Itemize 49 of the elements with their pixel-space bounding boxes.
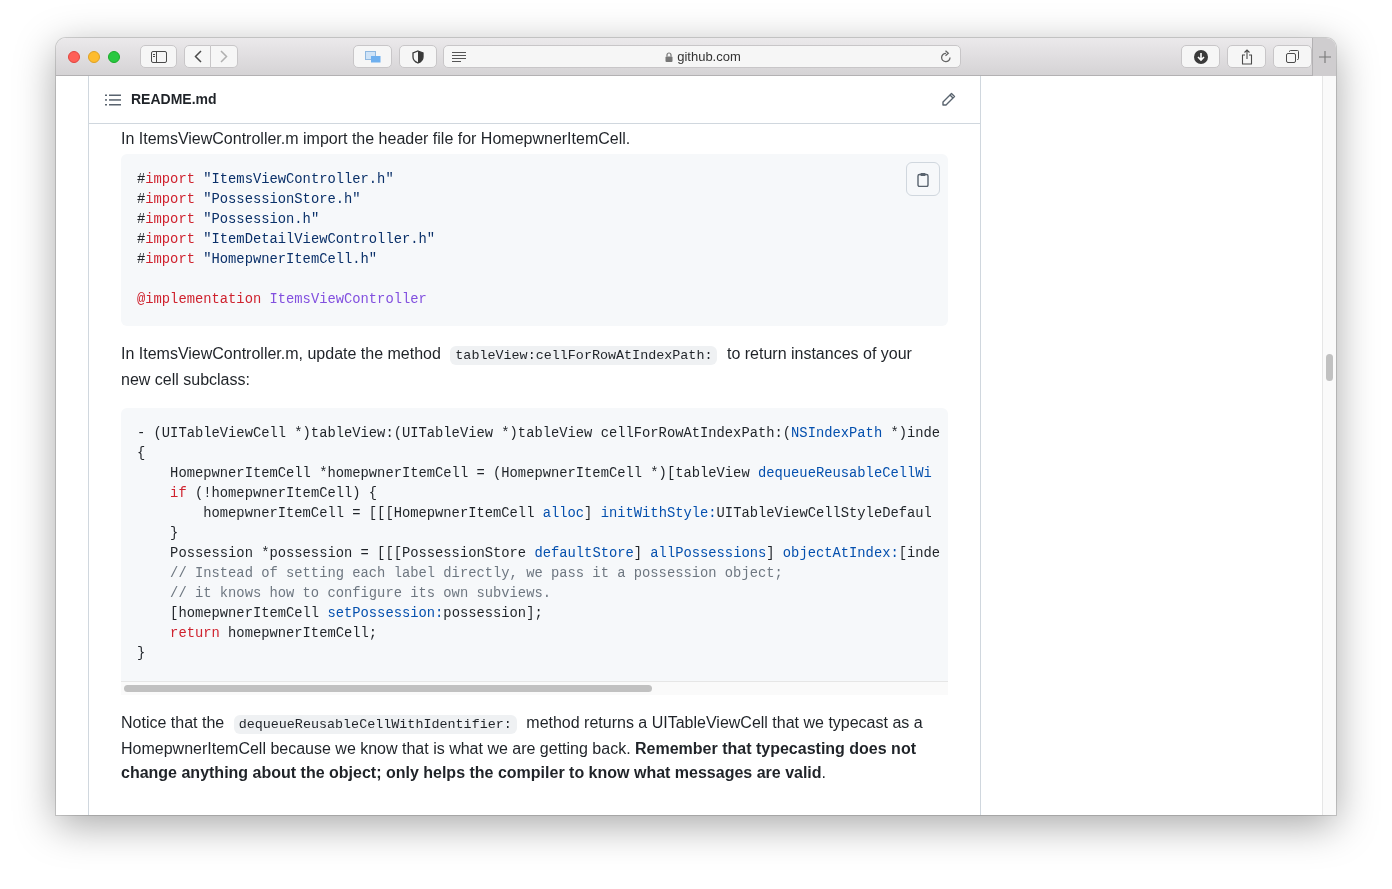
outline-menu-icon[interactable] — [105, 93, 121, 106]
scrollbar-thumb[interactable] — [1326, 354, 1333, 381]
copy-button[interactable] — [906, 162, 940, 196]
plus-icon — [1318, 50, 1331, 63]
tabs-button[interactable] — [1273, 45, 1312, 68]
sidebar-icon — [150, 50, 167, 63]
download-button[interactable] — [1181, 45, 1220, 68]
code-line: return homepwnerItemCell; — [169, 625, 378, 643]
code-line: // Instead of setting each label directly, we pass it a possession object; — [169, 565, 783, 583]
shield-icon — [412, 49, 424, 64]
address-bar[interactable]: github.com — [443, 45, 961, 68]
paragraph: In ItemsViewController.m, update the method tableView:cellForRowAtIndexPath: to return instances of your new cell subclass: — [121, 344, 913, 390]
code-line: homepwnerItemCell = [[[HomepwnerItemCell alloc] initWithStyle:UITableViewCellStyleDefaul — [202, 505, 932, 523]
tabs-icon — [1286, 50, 1299, 63]
window-icon — [364, 50, 381, 63]
code-line: #import "ItemDetailViewController.h" — [137, 231, 436, 249]
code-line: #import "Possession.h" — [137, 211, 320, 229]
code-line: #import "HomepwnerItemCell.h" — [137, 251, 378, 269]
code-line: - (UITableViewCell *)tableView:(UITableView *)tableView cellForRowAtIndexPath:(NSIndexPath *)inde — [137, 425, 941, 443]
code-line: { — [137, 445, 146, 463]
clipboard-icon — [917, 171, 929, 187]
url-text: github.com — [677, 47, 741, 66]
code-line: [homepwnerItemCell setPossession:possession]; — [169, 605, 543, 623]
code-line: @implementation ItemsViewController — [137, 291, 427, 309]
chevron-left-icon — [193, 50, 202, 63]
share-button[interactable] — [1227, 45, 1266, 68]
code-line: Possession *possession = [[[PossessionStore defaultStore] allPossessions] objectAtIndex:[inde — [169, 545, 941, 563]
reload-icon[interactable] — [940, 50, 952, 63]
code-line: if (!homepwnerItemCell) { — [169, 485, 378, 503]
paragraph: In ItemsViewController.m import the header file for HomepwnerItemCell. — [121, 129, 632, 149]
sidebar-button[interactable] — [140, 45, 177, 68]
code-line: } — [169, 525, 179, 543]
code-line: } — [137, 645, 146, 663]
lock-icon — [665, 51, 674, 62]
paragraph: Notice that the dequeueReusableCellWithIdentifier: method returns a UITableViewCell that we typecast as a HomepwnerItemCell because we know that is what we are getting back. Remember that typecasting does not change anything about the object; only helps the compiler to know what messages are valid. — [121, 713, 924, 783]
scrollbar-thumb[interactable] — [124, 685, 652, 692]
reader-icon[interactable] — [452, 51, 466, 62]
code-line: #import "ItemsViewController.h" — [137, 171, 394, 189]
pencil-icon[interactable] — [941, 92, 956, 107]
share-icon — [1240, 48, 1253, 65]
shield-button[interactable] — [399, 45, 437, 68]
code-line: // it knows how to configure its own subviews. — [169, 585, 551, 603]
file-name: README.md — [131, 90, 217, 109]
back-button[interactable] — [184, 45, 211, 68]
code-line: HomepwnerItemCell *homepwnerItemCell = (HomepwnerItemCell *)[tableView dequeueReusableCellWi — [169, 465, 932, 483]
close-button[interactable] — [68, 50, 80, 63]
download-icon — [1193, 49, 1208, 64]
code-line: #import "PossessionStore.h" — [137, 191, 361, 209]
chevron-right-icon — [220, 50, 228, 63]
